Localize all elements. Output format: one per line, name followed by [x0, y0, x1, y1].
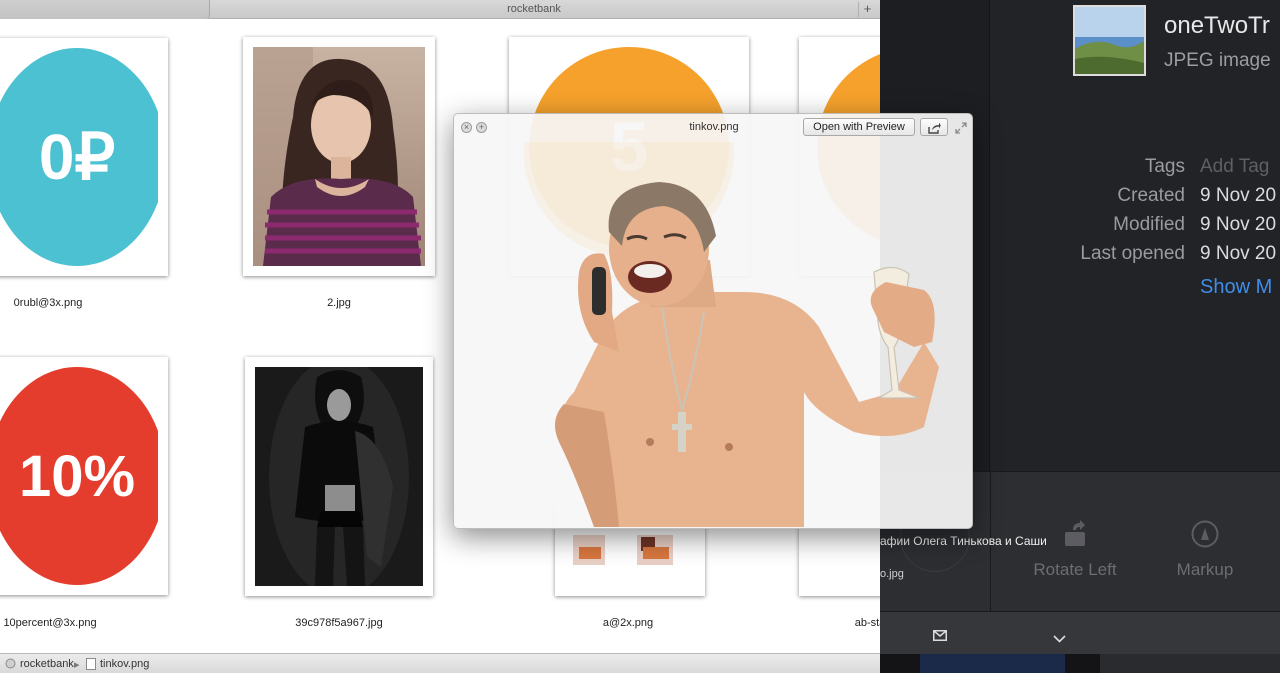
- last-opened-label: Last opened: [1080, 243, 1185, 264]
- file-icon: [86, 658, 96, 673]
- percent-badge-text: 10%: [18, 443, 136, 509]
- tab-rocketbank[interactable]: rocketbank: [210, 0, 858, 19]
- last-opened-value: 9 Nov 20: [1200, 243, 1277, 264]
- modified-value: 9 Nov 20: [1200, 214, 1277, 235]
- file-preview-thumbnail: [1073, 5, 1146, 76]
- file-name[interactable]: ab-sta: [770, 617, 880, 629]
- tab-inactive[interactable]: [0, 0, 210, 19]
- file-thumbnail-39c978f5a967[interactable]: [245, 357, 433, 596]
- file-name[interactable]: 2.jpg: [239, 297, 439, 309]
- new-tab-button[interactable]: +: [858, 2, 876, 17]
- file-thumbnail-10percent[interactable]: 10%: [0, 357, 168, 595]
- overlay-filename: o.jpg: [880, 568, 904, 580]
- file-name[interactable]: 39c978f5a967.jpg: [239, 617, 439, 629]
- disk-icon: [5, 658, 16, 672]
- file-name[interactable]: 0rubl@3x.png: [0, 297, 148, 309]
- dark-photo: [255, 367, 423, 586]
- path-bar: rocketbank ▸ tinkov.png: [0, 653, 880, 673]
- file-thumbnail-2jpg[interactable]: [243, 37, 435, 276]
- markup-label: Markup: [1176, 560, 1234, 579]
- share-icon: [928, 121, 941, 139]
- path-item-tinkov[interactable]: tinkov.png: [100, 658, 149, 670]
- path-item-rocketbank[interactable]: rocketbank: [20, 658, 74, 670]
- percent-badge-image: 10%: [0, 367, 158, 585]
- quicklook-window: × + tinkov.png Open with Preview: [453, 113, 973, 529]
- file-title: oneTwoTr: [1164, 12, 1270, 39]
- modified-label: Modified: [1113, 214, 1185, 235]
- markup-icon: [1191, 520, 1219, 553]
- path-separator: ▸: [74, 659, 80, 671]
- tags-label: Tags: [1144, 156, 1185, 177]
- rotate-left-label: Rotate Left: [1033, 560, 1117, 579]
- open-with-preview-button[interactable]: Open with Preview: [803, 118, 915, 136]
- screen: rocketbank + 0₽ 0rubl@3x.png 2.jpg 10% 1…: [0, 0, 1280, 673]
- file-kind: JPEG image: [1164, 50, 1271, 71]
- image-preview: [454, 114, 972, 528]
- background-strip: [880, 654, 1280, 673]
- created-label: Created: [1117, 185, 1185, 206]
- show-more-link[interactable]: Show M: [1200, 276, 1272, 299]
- share-button[interactable]: [920, 118, 948, 136]
- file-name[interactable]: a@2x.png: [528, 617, 728, 629]
- chevron-down-icon[interactable]: [1053, 630, 1066, 648]
- markup-button[interactable]: Markup: [1145, 472, 1265, 612]
- file-name[interactable]: 10percent@3x.png: [0, 617, 150, 629]
- file-thumbnail-0rubl[interactable]: 0₽: [0, 38, 168, 276]
- rotate-left-icon: [1063, 520, 1089, 553]
- tab-bar: rocketbank +: [0, 0, 880, 19]
- created-value: 9 Nov 20: [1200, 185, 1277, 206]
- rotate-left-button[interactable]: Rotate Left: [1015, 472, 1135, 612]
- expand-icon[interactable]: [955, 121, 967, 134]
- ruble-badge-image: 0₽: [0, 48, 158, 266]
- mail-icon[interactable]: [933, 628, 947, 646]
- portrait-photo: [253, 47, 425, 266]
- ruble-badge-text: 0₽: [38, 120, 116, 193]
- add-tag-field[interactable]: Add Tag: [1200, 156, 1269, 178]
